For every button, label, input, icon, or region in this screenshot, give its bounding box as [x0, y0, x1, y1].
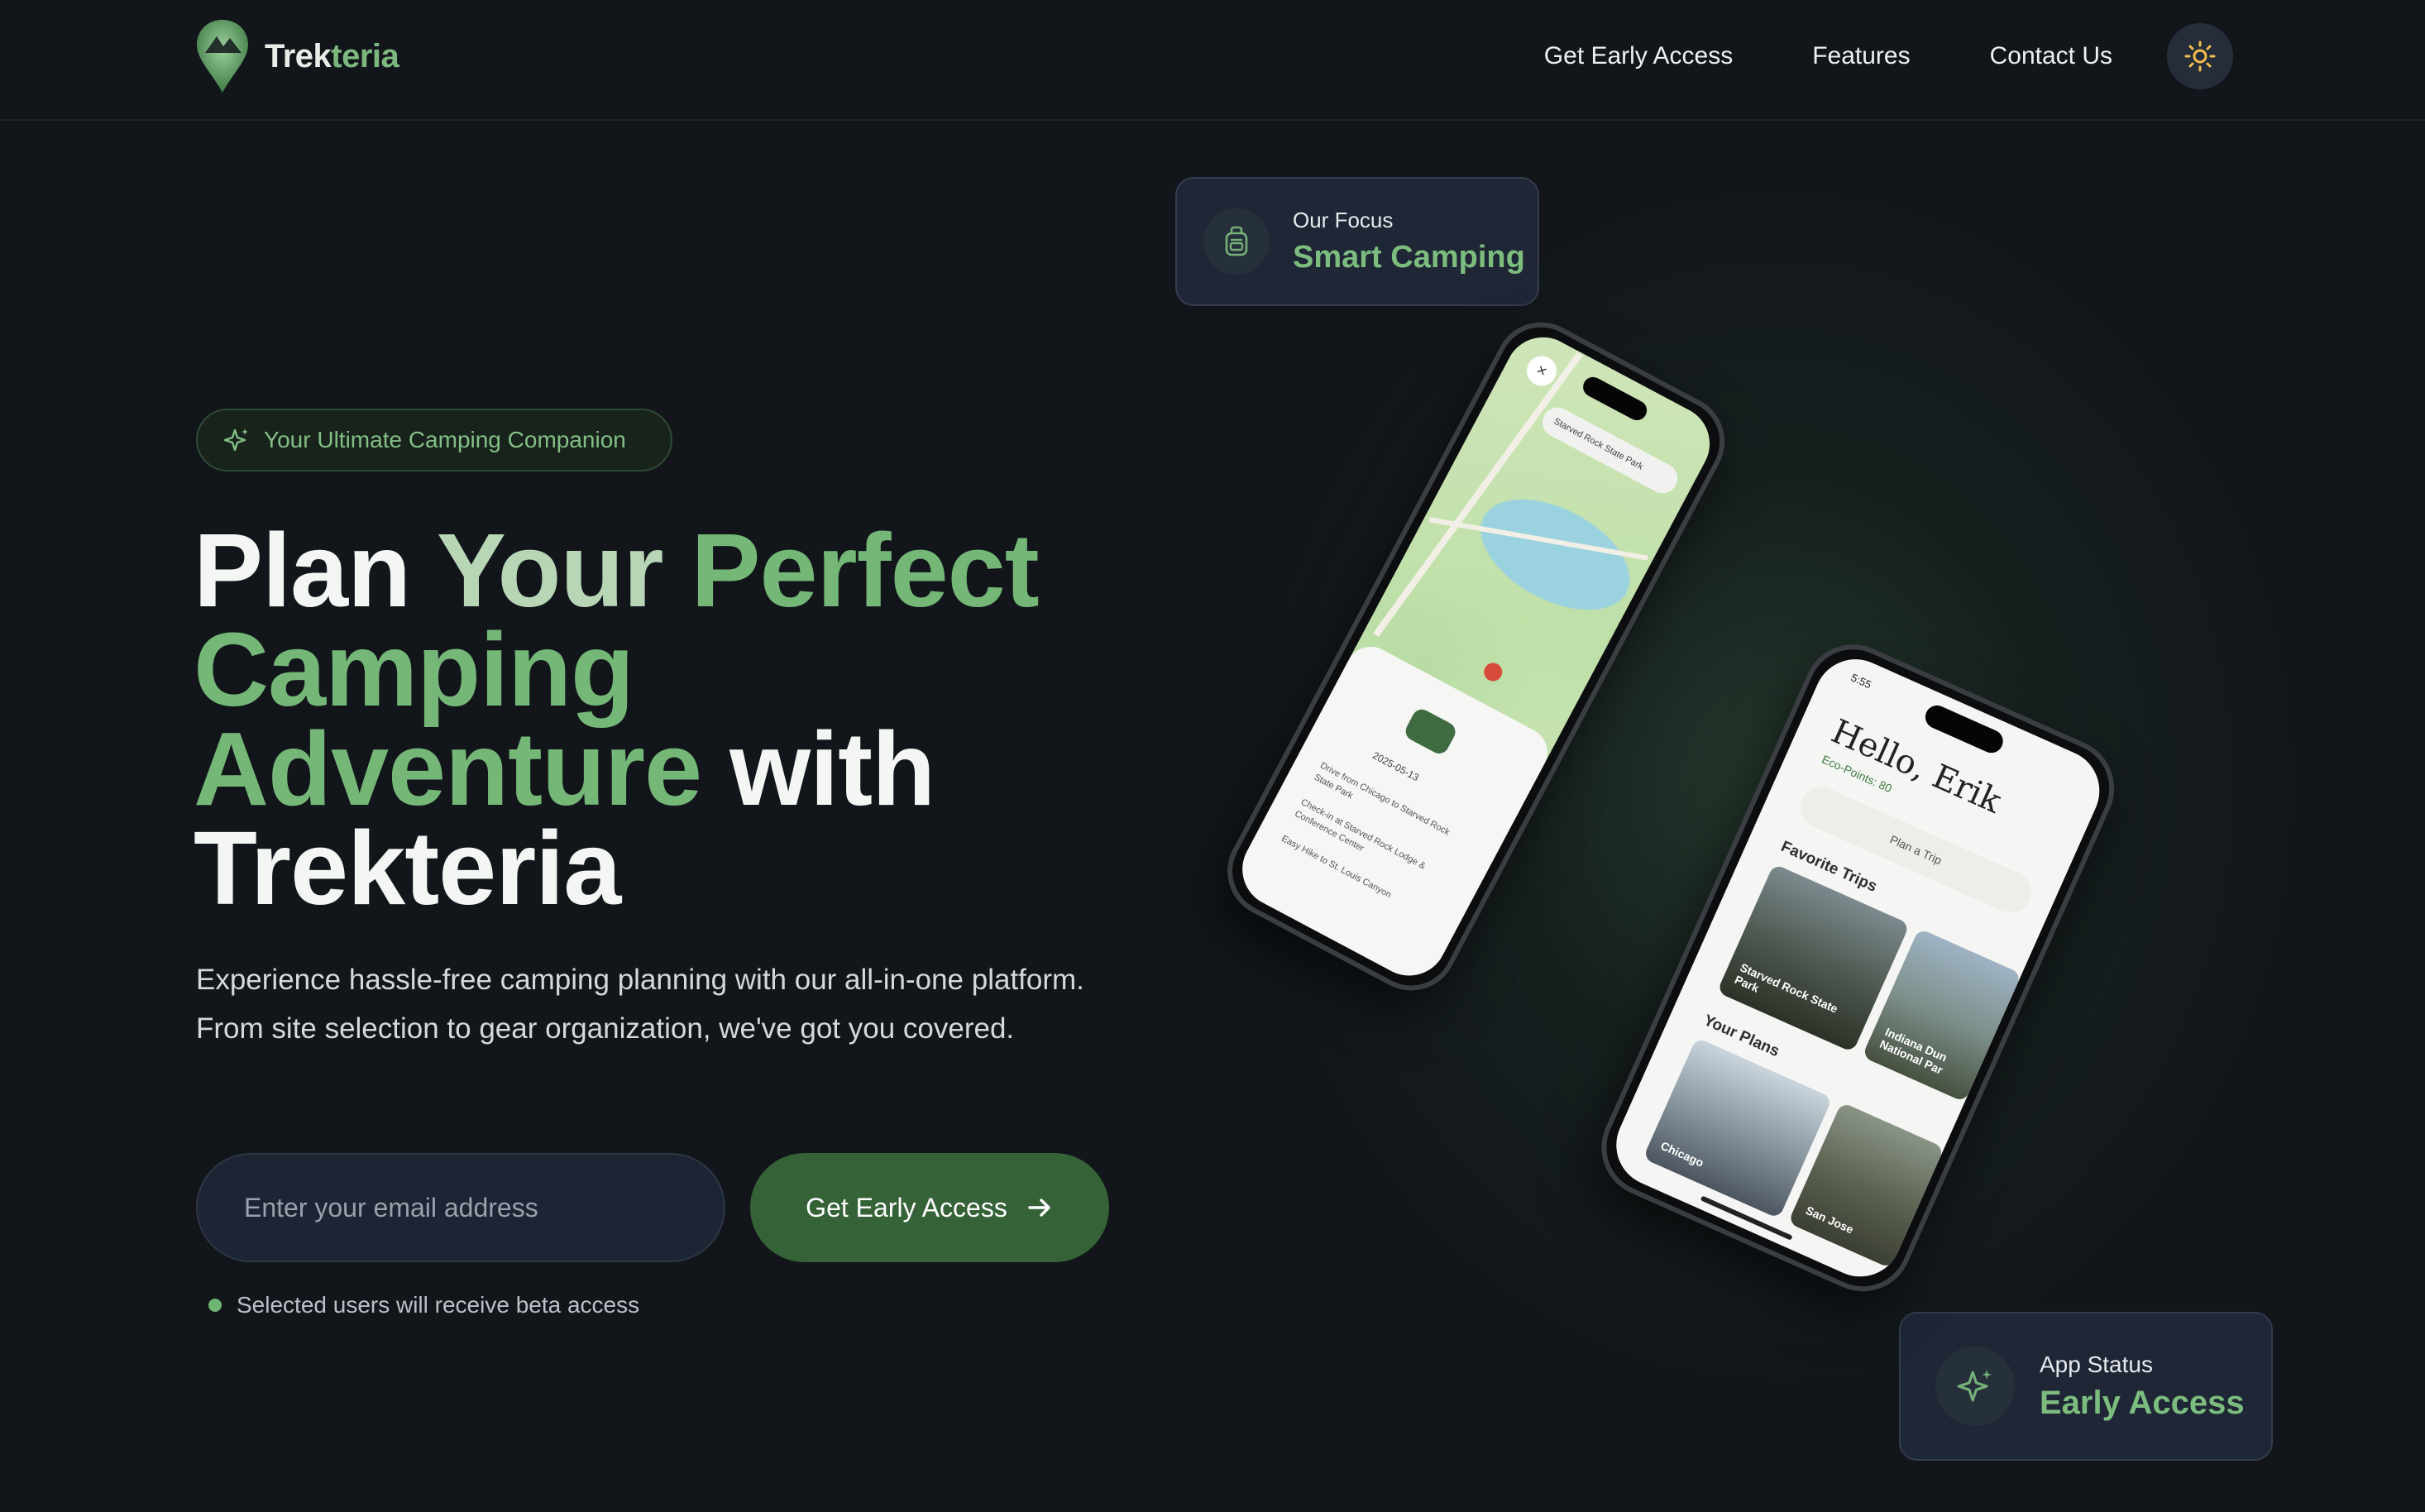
hero-tag-label: Your Ultimate Camping Companion [264, 427, 626, 452]
map-screen: × Starved Rock State Park 2025-05-13 Dri… [1229, 323, 1724, 989]
home-screen: 5:55 Hello, Erik Eco-Points: 80 Plan a T… [1603, 646, 2113, 1290]
hero-tag-badge: Your Ultimate Camping Companion [196, 409, 672, 471]
brand-logo[interactable]: Trekteria [192, 17, 399, 96]
status-dot [208, 1299, 222, 1312]
status-time: 5:55 [1849, 671, 1873, 691]
phone-home-mockup: 5:55 Hello, Erik Eco-Points: 80 Plan a T… [1586, 629, 2131, 1308]
status-card-label: App Status [2040, 1351, 2153, 1377]
nav-link-contact[interactable]: Contact Us [1990, 23, 2112, 89]
itinerary-date: 2025-05-13 [1370, 749, 1421, 784]
email-input[interactable] [244, 1192, 691, 1223]
status-card-value: Early Access [2040, 1384, 2245, 1421]
get-early-access-button[interactable]: Get Early Access [750, 1153, 1109, 1262]
mountain-pin-icon [197, 20, 248, 93]
focus-card-value: Smart Camping [1293, 240, 1525, 275]
nav-links: Get Early Access Features Contact Us [1544, 23, 2233, 89]
nav-link-features[interactable]: Features [1812, 23, 1910, 89]
cta-label: Get Early Access [806, 1192, 1007, 1223]
email-field-container[interactable] [196, 1153, 725, 1262]
theme-toggle-button[interactable] [2167, 23, 2233, 89]
brand-name: Trekteria [265, 37, 399, 74]
itinerary-sheet: 2025-05-13 Drive from Chicago to Starved… [1229, 638, 1557, 989]
arrow-right-icon [1028, 1199, 1050, 1217]
beta-note-text: Selected users will receive beta access [237, 1292, 640, 1318]
map-search-field[interactable]: Starved Rock State Park [1537, 402, 1683, 499]
focus-card-label: Our Focus [1293, 208, 1394, 232]
sun-icon [2184, 41, 2216, 72]
nav-link-early-access[interactable]: Get Early Access [1544, 23, 1733, 89]
sparkles-icon [1935, 1347, 2015, 1426]
map-pin-icon [1480, 659, 1506, 685]
focus-card: Our Focus Smart Camping [1175, 177, 1539, 306]
top-navbar: Trekteria Get Early Access Features Cont… [0, 0, 2425, 121]
hero-headline: Plan Your Perfect Camping Adventure with… [194, 512, 1040, 926]
navigate-button[interactable] [1402, 706, 1459, 758]
phone-map-mockup: × Starved Rock State Park 2025-05-13 Dri… [1211, 306, 1741, 1007]
sparkles-icon [223, 428, 248, 452]
hero-subtitle: Experience hassle-free camping planning … [196, 964, 1084, 1045]
status-card: App Status Early Access [1899, 1312, 2273, 1461]
backpack-icon [1203, 208, 1270, 275]
beta-note: Selected users will receive beta access [208, 1292, 639, 1318]
